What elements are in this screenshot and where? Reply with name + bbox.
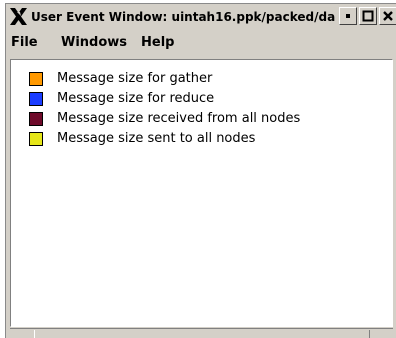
color-swatch [29, 132, 43, 146]
close-icon [383, 11, 393, 21]
horizontal-scrollbar[interactable] [10, 328, 393, 338]
legend-label: Message size for reduce [57, 91, 215, 106]
scrollbar-thumb[interactable] [34, 330, 370, 338]
title-bar[interactable]: User Event Window: uintah16.ppk/packed/d… [6, 4, 396, 30]
legend-item-gather: Message size for gather [29, 71, 369, 87]
color-swatch [29, 112, 43, 126]
color-swatch [29, 72, 43, 86]
legend-label: Message size received from all nodes [57, 111, 301, 126]
window-title: User Event Window: uintah16.ppk/packed/d… [31, 10, 336, 24]
color-swatch [29, 92, 43, 106]
menu-windows[interactable]: Windows [61, 35, 127, 51]
close-button[interactable] [379, 7, 396, 25]
legend-item-received: Message size received from all nodes [29, 111, 369, 127]
legend-label: Message size sent to all nodes [57, 131, 256, 146]
x-window-icon [10, 8, 27, 25]
legend-item-reduce: Message size for reduce [29, 91, 369, 107]
menu-bar: File Windows Help [6, 32, 396, 54]
maximize-icon [362, 10, 374, 22]
minimize-icon [346, 14, 350, 18]
user-event-window: User Event Window: uintah16.ppk/packed/d… [5, 3, 396, 338]
minimize-button[interactable] [339, 7, 357, 25]
menu-file[interactable]: File [11, 35, 38, 51]
legend-label: Message size for gather [57, 71, 213, 86]
maximize-button[interactable] [359, 7, 377, 25]
legend-panel: Message size for gather Message size for… [10, 59, 393, 327]
menu-help[interactable]: Help [141, 35, 174, 51]
legend-item-sent: Message size sent to all nodes [29, 131, 369, 147]
